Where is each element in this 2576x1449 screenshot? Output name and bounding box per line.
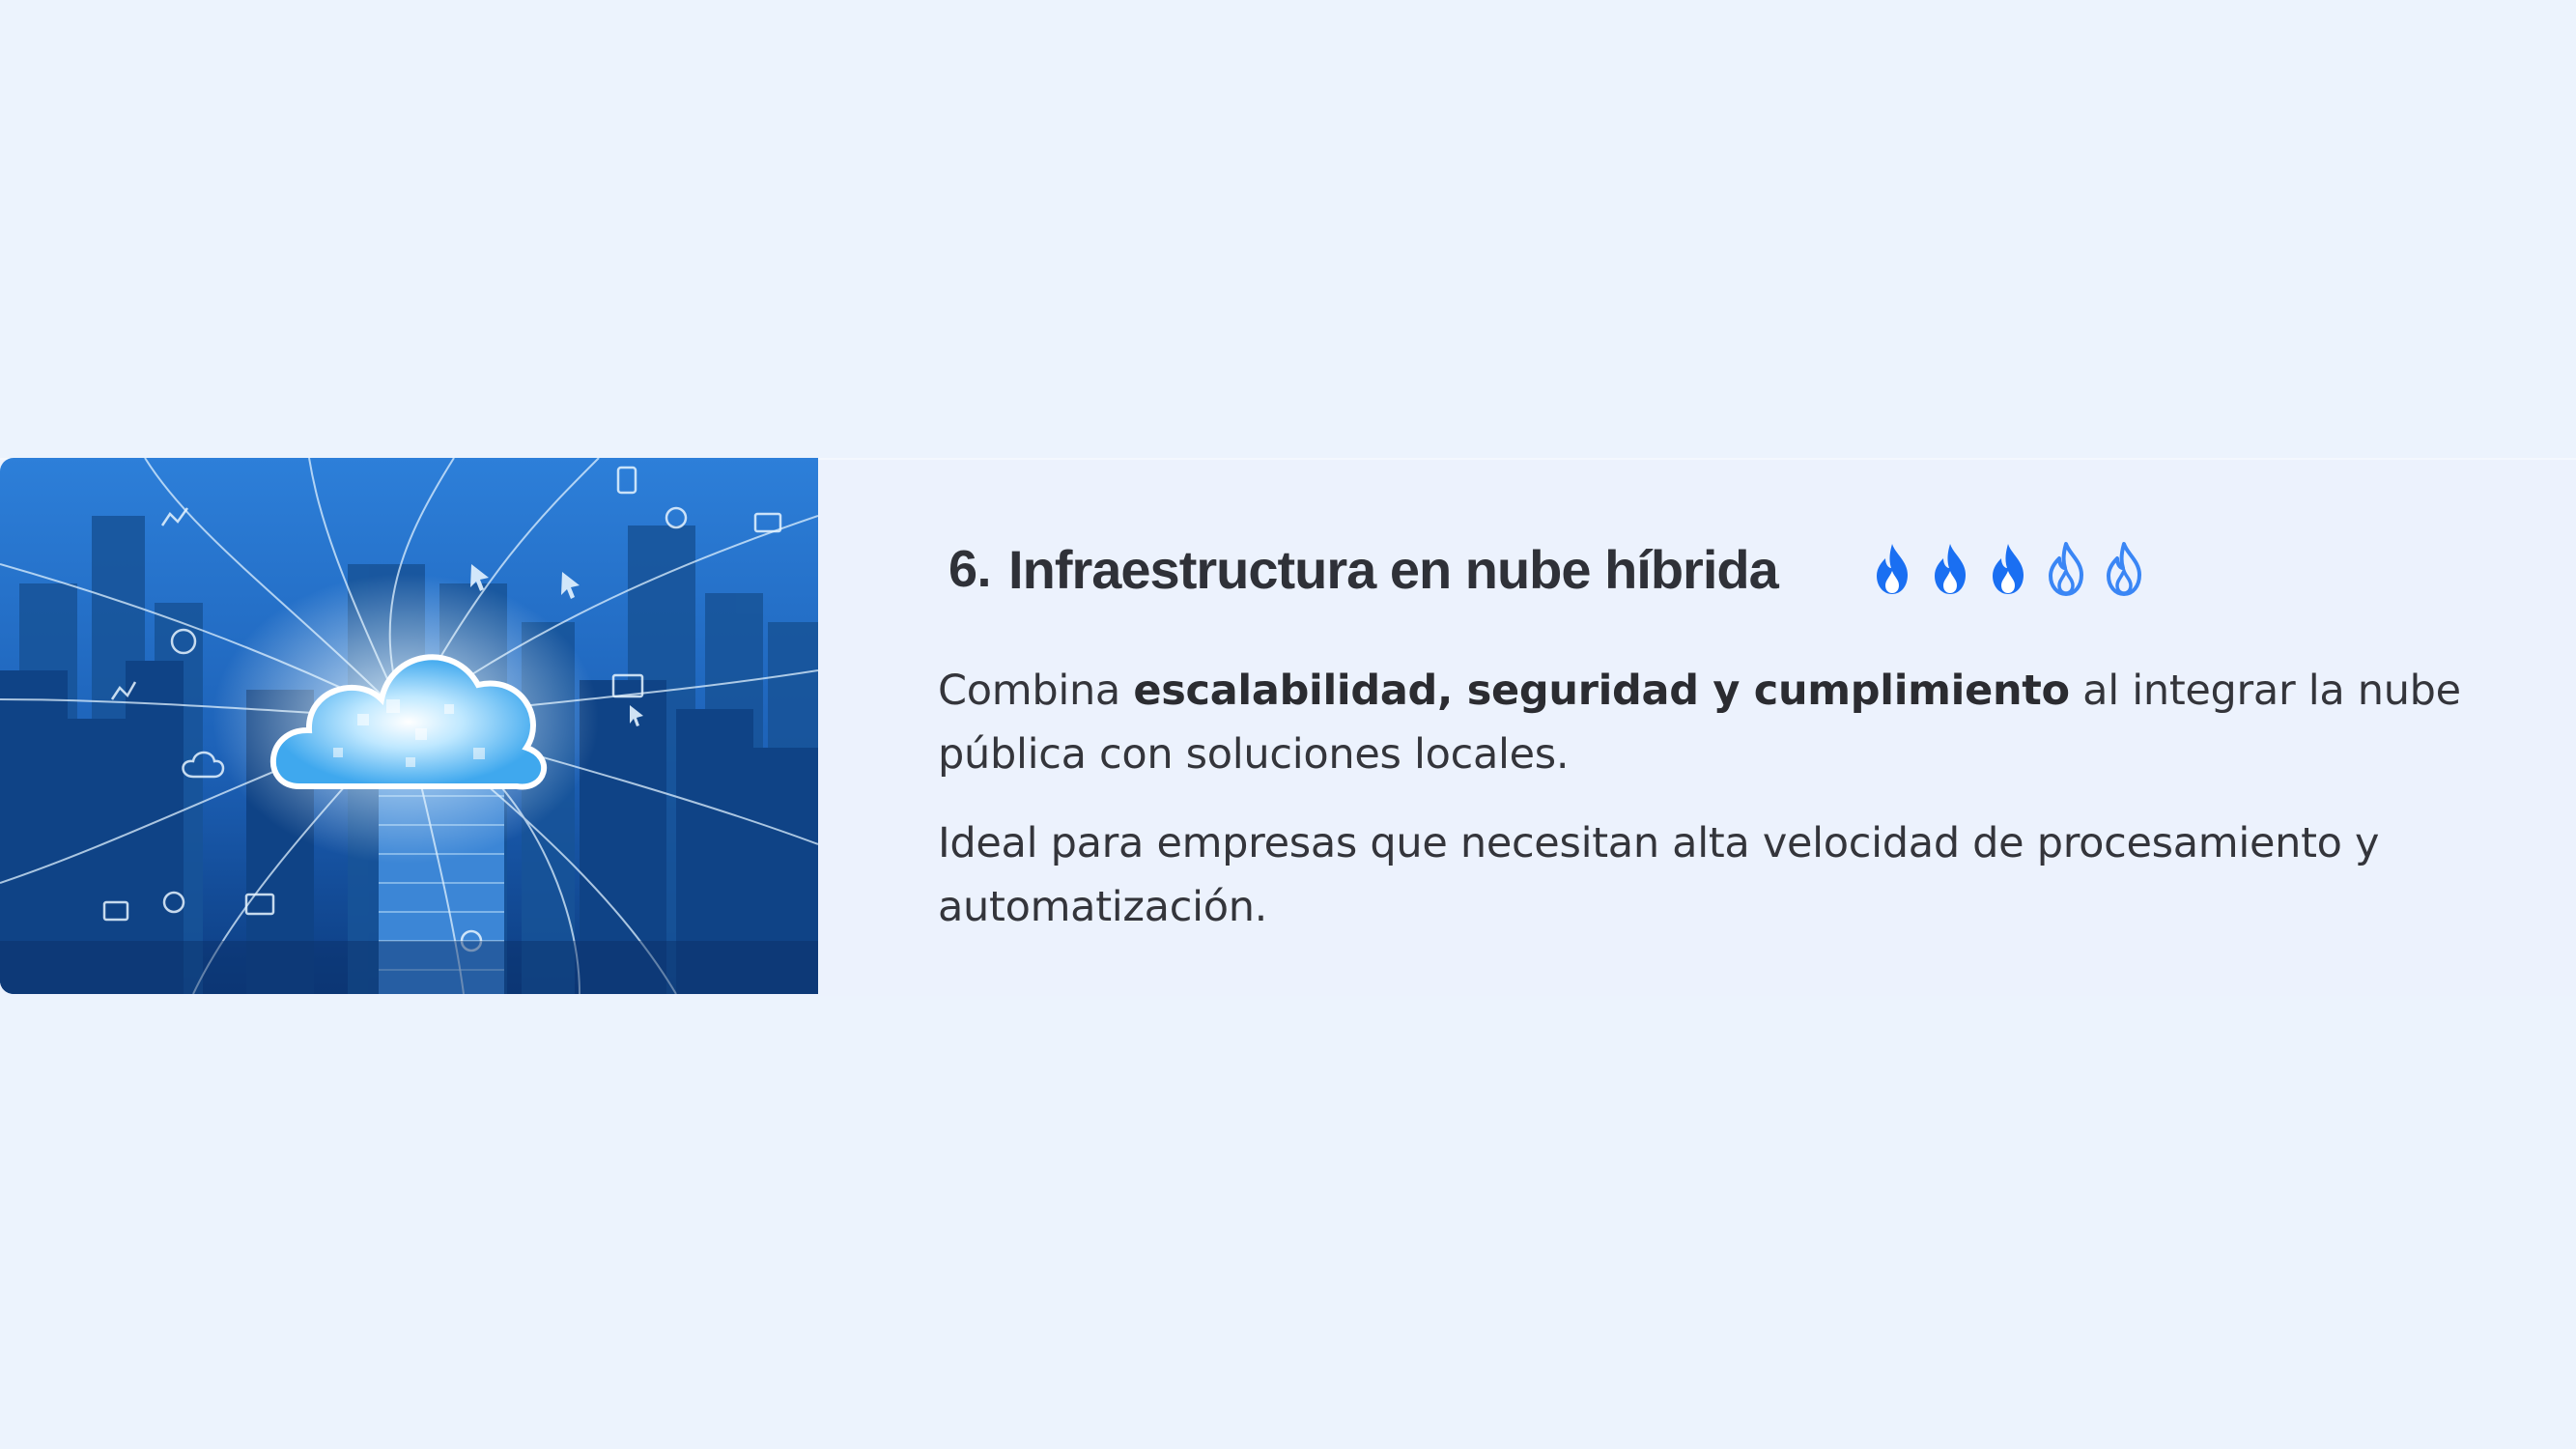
flame-icon-filled (1992, 544, 2024, 594)
flame-icon-empty (2048, 542, 2083, 596)
section-number: 6. (948, 540, 992, 598)
page: 6. Infraestructura en nube híbrida Combi… (0, 0, 2576, 1449)
description-highlight: escalabilidad, seguridad y cumplimiento (1133, 667, 2070, 715)
ideal-for-paragraph: Ideal para empresas que necesitan alta v… (938, 819, 2380, 931)
flame-icon-filled (1876, 544, 1908, 594)
cloud-city-image (0, 458, 818, 994)
description-paragraph: Combina escalabilidad, seguridad y cumpl… (938, 659, 2522, 786)
flame-icon-empty (2106, 542, 2141, 596)
section-title: Infraestructura en nube híbrida (1008, 538, 1779, 600)
flame-icon-filled (1934, 544, 1966, 594)
title-row: 6. Infraestructura en nube híbrida (948, 526, 2147, 612)
flame-rating (1869, 542, 2147, 596)
description-intro: Combina (938, 667, 1134, 715)
